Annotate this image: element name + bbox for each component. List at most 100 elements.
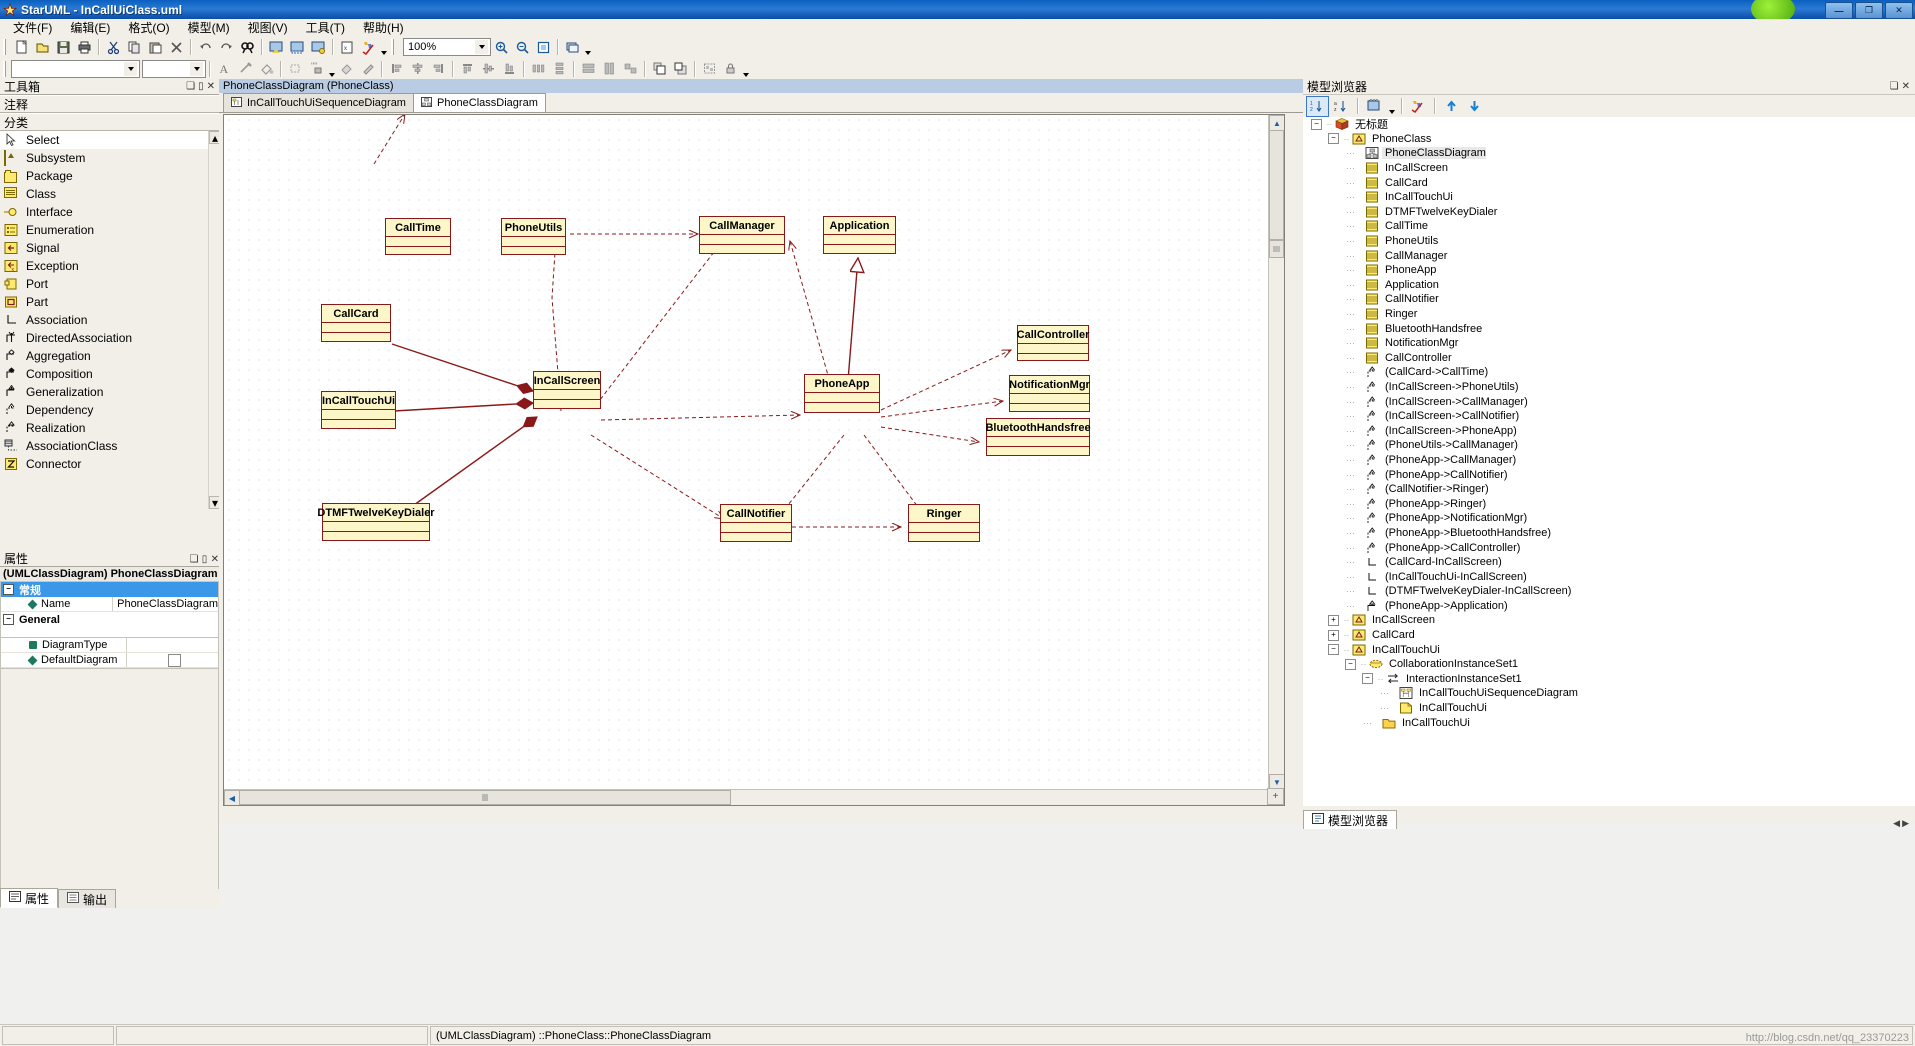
class-box-notificationmgr[interactable]: NotificationMgr — [1009, 375, 1090, 412]
vertical-scroll-grip[interactable] — [1269, 240, 1284, 258]
paste-icon[interactable] — [145, 37, 166, 57]
tool-association[interactable]: Association — [0, 311, 219, 329]
menu-model[interactable]: 模型(M) — [179, 18, 239, 37]
class-box-dtmftwelvekeydialer[interactable]: DTMFTwelveKeyDialer — [317, 503, 435, 541]
property-group-general-en[interactable]: − General — [1, 612, 218, 627]
window-controls[interactable]: — ❐ ✕ — [1825, 2, 1913, 19]
tree-node[interactable]: ··· InCallTouchUi — [1303, 715, 1915, 730]
fit-window-icon[interactable] — [533, 37, 554, 57]
tree-node[interactable]: ··· (InCallScreen->PhoneUtils) — [1303, 380, 1915, 395]
code-doc-icon[interactable]: x — [337, 37, 358, 57]
class-box-bluetoothhandsfree[interactable]: BluetoothHandsfree — [985, 418, 1091, 456]
sort-type-icon[interactable]: az — [1331, 97, 1352, 116]
save-icon[interactable] — [53, 37, 74, 57]
tree-node[interactable]: ··· (PhoneApp->BluetoothHandsfree) — [1303, 526, 1915, 541]
tree-node[interactable]: ··· PhoneClassDiagram — [1303, 146, 1915, 161]
diagram-tag-icon[interactable] — [308, 37, 329, 57]
line-style-icon[interactable] — [235, 59, 256, 79]
cut-icon[interactable] — [103, 37, 124, 57]
tree-node[interactable]: − ·· 无标题 — [1303, 117, 1915, 132]
format-overflow-icon[interactable] — [741, 57, 750, 81]
tree-node[interactable]: ··· CallManager — [1303, 248, 1915, 263]
tool-exception[interactable]: x Exception — [0, 257, 219, 275]
tool-package[interactable]: Package — [0, 167, 219, 185]
tool-aggregation[interactable]: Aggregation — [0, 347, 219, 365]
tree-node[interactable]: ··· (PhoneApp->CallManager) — [1303, 453, 1915, 468]
tool-realization[interactable]: Realization — [0, 419, 219, 437]
toolbox-section-annotation[interactable]: 注释 — [0, 95, 219, 113]
vertical-scroll-thumb[interactable] — [1269, 130, 1284, 240]
redo-icon[interactable] — [216, 37, 237, 57]
chevron-down-icon[interactable] — [1387, 94, 1396, 118]
class-box-phoneapp[interactable]: PhoneApp — [804, 374, 880, 413]
tree-node[interactable]: − ·· PhoneClass — [1303, 132, 1915, 147]
class-box-phoneutils[interactable]: PhoneUtils — [501, 218, 566, 255]
tree-node[interactable]: ··· (CallCard-InCallScreen) — [1303, 555, 1915, 570]
same-size-icon[interactable] — [620, 59, 641, 79]
panel-menu-icon[interactable]: ▯ — [202, 554, 208, 565]
validate-icon[interactable] — [358, 37, 379, 57]
tool-generalization[interactable]: Generalization — [0, 383, 219, 401]
tree-node[interactable]: ··· CallCard — [1303, 175, 1915, 190]
tree-node[interactable]: ··· InCallScreen — [1303, 161, 1915, 176]
tree-node[interactable]: ··· (PhoneApp->CallNotifier) — [1303, 467, 1915, 482]
tree-node[interactable]: ··· Ringer — [1303, 307, 1915, 322]
tree-node[interactable]: ··· InCallTouchUi — [1303, 701, 1915, 716]
class-box-calltime[interactable]: CallTime — [385, 218, 451, 255]
tab-output[interactable]: 输出 — [58, 889, 117, 908]
toolbox-section-classification[interactable]: 分类 — [0, 113, 219, 131]
filter-icon[interactable] — [1408, 97, 1429, 116]
model-tree[interactable]: − ·· 无标题 − ·· PhoneClass ··· PhoneClassDiagram ·… — [1303, 117, 1915, 806]
tree-node[interactable]: ··· PhoneApp — [1303, 263, 1915, 278]
tool-class[interactable]: Class — [0, 185, 219, 203]
space-horiz-icon[interactable] — [528, 59, 549, 79]
scroll-left-button[interactable]: ◀ — [224, 790, 240, 805]
diagram-add-icon[interactable] — [266, 37, 287, 57]
align-right-icon[interactable] — [428, 59, 449, 79]
tree-node[interactable]: ··· Application — [1303, 278, 1915, 293]
menu-edit[interactable]: 编辑(E) — [61, 18, 119, 37]
tree-node[interactable]: ··· (CallNotifier->Ringer) — [1303, 482, 1915, 497]
collapse-icon[interactable]: − — [3, 614, 14, 625]
close-button[interactable]: ✕ — [1885, 2, 1913, 19]
tool-select[interactable]: Select — [0, 131, 219, 149]
toolbar-overflow-icon[interactable] — [379, 35, 388, 59]
tab-nav-buttons[interactable]: ◀ ▶ — [1893, 818, 1915, 829]
tool-dependency[interactable]: Dependency — [0, 401, 219, 419]
tool-composition[interactable]: Composition — [0, 365, 219, 383]
class-box-callmanager[interactable]: CallManager — [699, 216, 785, 254]
expander-icon[interactable]: + — [1328, 629, 1339, 641]
toolbar-grip[interactable] — [3, 39, 8, 55]
menu-file[interactable]: 文件(F) — [4, 18, 61, 37]
tab-properties[interactable]: 属性 — [0, 888, 59, 908]
tree-node[interactable]: − ·· InteractionInstanceSet1 — [1303, 672, 1915, 687]
lock-icon[interactable] — [720, 59, 741, 79]
tree-node[interactable]: ··· (CallCard->CallTime) — [1303, 365, 1915, 380]
tree-node[interactable]: ··· (InCallScreen->PhoneApp) — [1303, 423, 1915, 438]
tool-enumeration[interactable]: Enumeration — [0, 221, 219, 239]
diagram-select-icon[interactable] — [287, 37, 308, 57]
suppress-icon[interactable]: "" — [306, 59, 327, 79]
move-up-icon[interactable] — [1441, 97, 1462, 116]
tree-node[interactable]: + ·· InCallScreen — [1303, 613, 1915, 628]
send-back-icon[interactable] — [670, 59, 691, 79]
layer-icon[interactable] — [562, 37, 583, 57]
tree-node[interactable]: ··· (PhoneApp->NotificationMgr) — [1303, 511, 1915, 526]
undo-icon[interactable] — [195, 37, 216, 57]
nav-next-icon[interactable]: ▶ — [1902, 818, 1909, 829]
chevron-down-icon[interactable] — [190, 61, 203, 76]
new-file-icon[interactable] — [11, 37, 32, 57]
tool-connector[interactable]: Connector — [0, 455, 219, 473]
tree-node[interactable]: ··· (InCallScreen->CallNotifier) — [1303, 409, 1915, 424]
property-row-diagramtype[interactable]: DiagramType — [1, 638, 218, 653]
align-middle-icon[interactable] — [478, 59, 499, 79]
minimize-button[interactable]: — — [1825, 2, 1853, 19]
font-size-combo[interactable] — [142, 59, 206, 78]
nav-prev-icon[interactable]: ◀ — [1893, 818, 1900, 829]
panel-menu-icon[interactable]: ▯ — [198, 81, 204, 92]
same-width-icon[interactable] — [578, 59, 599, 79]
property-value-cell[interactable] — [126, 653, 218, 667]
tool-signal[interactable]: Signal — [0, 239, 219, 257]
expander-icon[interactable]: + — [1328, 614, 1339, 626]
tree-node[interactable]: ··· (PhoneApp->CallController) — [1303, 540, 1915, 555]
